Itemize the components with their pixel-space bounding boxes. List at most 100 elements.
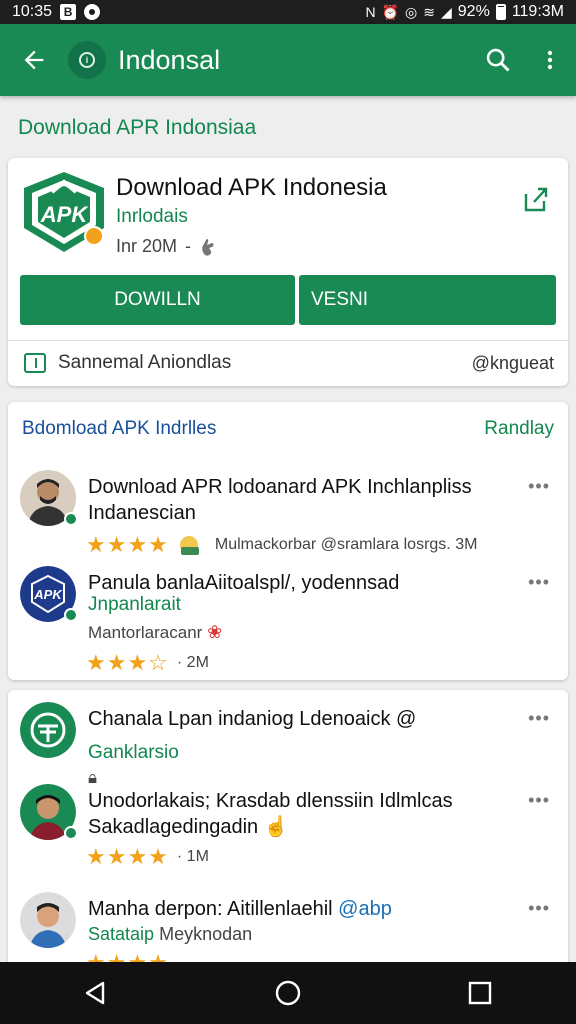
- app-notification-icon: [84, 4, 101, 20]
- notification-icon: B: [60, 4, 77, 20]
- back-nav-icon: [85, 981, 105, 1005]
- item-more-button[interactable]: •••: [528, 790, 550, 811]
- card-divider: [8, 340, 568, 341]
- signal-icon: ◢: [441, 3, 452, 20]
- action-buttons: DOWILLN VESNI: [20, 275, 556, 325]
- app-circle-icon: [20, 702, 76, 758]
- app-meta: Inr 20M -: [116, 236, 217, 257]
- location-icon: ◎: [405, 3, 418, 20]
- item-subtitle-secondary: Meyknodan: [159, 924, 253, 944]
- download-button[interactable]: DOWILLN: [20, 275, 295, 325]
- item-title: Manha derpon: Aitillenlaehil @abp: [88, 896, 508, 922]
- system-nav-bar: [0, 962, 576, 1024]
- list-title: Bdomload APK Indrlles: [22, 418, 217, 439]
- home-nav-icon: [275, 980, 301, 1006]
- nfc-icon: N: [365, 4, 376, 20]
- item-more-button[interactable]: •••: [528, 572, 550, 593]
- battery-icon: [495, 4, 506, 20]
- item-rating: ★★★☆ · 2M: [86, 650, 209, 676]
- search-button[interactable]: [472, 24, 524, 96]
- meta-separator: -: [185, 236, 192, 256]
- item-more-button[interactable]: •••: [528, 708, 550, 729]
- emoji-icon: [179, 536, 199, 555]
- app-size: Inr 20M: [116, 236, 178, 256]
- item-title-handle[interactable]: @abp: [338, 898, 392, 920]
- status-bar: 10:35 B N ⏰ ◎ ≋ ◢ 92% 119:3M: [0, 0, 576, 24]
- item-subtitle: Jnpanlarait: [88, 594, 181, 615]
- app-bar-title: Indonsal: [118, 44, 221, 75]
- more-options-button[interactable]: [524, 24, 576, 96]
- item-subtitle-text: Satataip: [88, 924, 155, 944]
- version-button[interactable]: VESNI: [299, 275, 556, 325]
- item-rating: ★★★★ Mulmackorbar @sramlara losrgs. 3M: [86, 532, 477, 558]
- verified-badge-icon: [64, 826, 78, 840]
- list-item[interactable]: Unodorlakais; Krasdab dlenssiin Idlmlcas…: [8, 784, 568, 874]
- back-button[interactable]: [0, 24, 68, 96]
- item-title: Chanala Lpan indaniog Ldenoaick @: [88, 708, 417, 730]
- wifi-icon: ≋: [423, 3, 435, 20]
- item-more-button[interactable]: •••: [528, 898, 550, 919]
- verified-badge-icon: [64, 512, 78, 526]
- recents-nav-icon: [468, 981, 492, 1005]
- nav-recents-button[interactable]: [450, 963, 510, 1023]
- star-rating-icon: ★★★☆: [86, 650, 169, 675]
- item-more-button[interactable]: •••: [528, 476, 550, 497]
- site-info-chip[interactable]: i: [68, 41, 106, 79]
- list-item[interactable]: APK Panula banlaAiitoalspl/, yodennsad J…: [8, 566, 568, 675]
- search-icon: [486, 48, 510, 72]
- more-vert-icon: [547, 50, 553, 70]
- hand-emoji-icon: ☝: [263, 816, 289, 838]
- item-rating-text: Mulmackorbar @sramlara losrgs. 3M: [214, 536, 478, 553]
- star-rating-icon: ★★★★: [86, 844, 169, 869]
- hand-icon: [202, 238, 214, 256]
- verified-badge-icon: [64, 608, 78, 622]
- share-button[interactable]: [520, 184, 550, 214]
- item-subtitle: Ganklarsio: [88, 742, 179, 763]
- tablet-icon: [24, 353, 46, 373]
- status-right: N ⏰ ◎ ≋ ◢ 92% 119:3M: [365, 3, 564, 21]
- status-time: 10:35: [12, 3, 53, 20]
- page-heading: Download APR Indonsiaa: [18, 116, 257, 139]
- list-item[interactable]: Chanala Lpan indaniog Ldenoaick @ Gankla…: [8, 702, 568, 792]
- person-avatar-icon: [20, 892, 76, 948]
- item-rating-text: · 1M: [176, 848, 209, 865]
- item-title: Panula banlaAiitoalspl/, yodennsad: [88, 572, 400, 594]
- list-item[interactable]: Manha derpon: Aitillenlaehil @abp Satata…: [8, 892, 568, 970]
- info-icon: i: [79, 52, 95, 68]
- item-subtitle: Satataip Meyknodan: [88, 924, 252, 945]
- item-title-text: Manha derpon: Aitillenlaehil: [88, 898, 333, 920]
- item-subtitle-secondary: Mantorlaracanr ❀: [88, 622, 222, 643]
- status-clock: 119:3M: [511, 3, 564, 20]
- apk-avatar-text: APK: [33, 587, 63, 602]
- status-left: 10:35 B: [12, 3, 101, 21]
- apk-logo-text: APK: [40, 202, 90, 227]
- item-title: Unodorlakais; Krasdab dlenssiin Idlmlcas…: [88, 788, 508, 840]
- star-rating-icon: ★★★★: [86, 532, 169, 557]
- avatar: [20, 892, 76, 948]
- item-title: Download APR lodoanard APK Inchlanpliss …: [88, 476, 472, 524]
- item-rating: ★★★★ · 1M: [86, 844, 209, 870]
- footer-handle: @kngueat: [471, 352, 554, 373]
- apk-logo-icon: APK: [24, 172, 104, 252]
- app-name: Download APK Indonesia: [116, 174, 387, 201]
- share-icon: [524, 187, 548, 212]
- list-item[interactable]: Download APR lodoanard APK Inchlanpliss …: [8, 470, 568, 560]
- footer-label: Sannemal Aniondlas: [58, 352, 232, 373]
- list-header: Bdomload APK Indrlles Randlay: [22, 418, 554, 440]
- card-footer[interactable]: Sannemal Aniondlas @kngueat: [24, 347, 554, 379]
- alarm-icon: ⏰: [381, 3, 400, 20]
- list-card-more-apps: Chanala Lpan indaniog Ldenoaick @ Gankla…: [8, 690, 568, 970]
- nav-back-button[interactable]: [66, 963, 126, 1023]
- nav-home-button[interactable]: [258, 963, 318, 1023]
- avatar: [20, 702, 76, 758]
- list-card-downloads: Bdomload APK Indrlles Randlay Download A…: [8, 402, 568, 680]
- item-subtitle-text: Mantorlaracanr: [88, 623, 203, 642]
- item-rating-text: · 2M: [176, 654, 209, 671]
- app-detail-card: APK Download APK Indonesia Inrlodais Inr…: [8, 158, 568, 386]
- app-bar: i Indonsal: [0, 24, 576, 96]
- back-arrow-icon: [24, 50, 44, 70]
- list-action-link[interactable]: Randlay: [484, 418, 554, 440]
- app-developer[interactable]: Inrlodais: [116, 206, 188, 228]
- battery-percent: 92%: [457, 3, 490, 20]
- flower-icon: ❀: [207, 622, 223, 642]
